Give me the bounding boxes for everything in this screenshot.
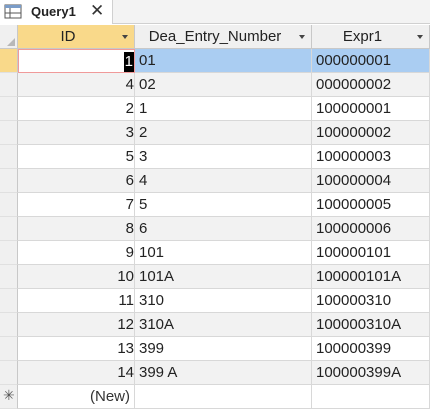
cell-id[interactable]: 1 — [18, 49, 135, 73]
table-row[interactable]: 10101A100000101A — [0, 265, 430, 289]
tab-title: Query1 — [31, 4, 76, 19]
new-record-row[interactable]: ✳(New) — [0, 385, 430, 409]
cell-dea-entry-number[interactable]: 101 — [135, 241, 312, 265]
table-row[interactable]: 32100000002 — [0, 121, 430, 145]
record-selector[interactable] — [0, 313, 18, 337]
cell-expr1[interactable]: 100000005 — [312, 193, 430, 217]
cell-dea-entry-number[interactable]: 399 A — [135, 361, 312, 385]
sort-filter-dropdown-icon[interactable] — [122, 35, 128, 39]
cell-id[interactable]: 13 — [18, 337, 135, 361]
record-selector[interactable] — [0, 169, 18, 193]
cell-dea-entry-number[interactable]: 310A — [135, 313, 312, 337]
cell-expr1[interactable]: 100000002 — [312, 121, 430, 145]
record-selector[interactable] — [0, 337, 18, 361]
record-selector[interactable] — [0, 49, 18, 73]
record-selector[interactable] — [0, 97, 18, 121]
column-header-id[interactable]: ID — [18, 25, 135, 49]
record-selector[interactable] — [0, 217, 18, 241]
cell-expr1[interactable]: 000000002 — [312, 73, 430, 97]
header-row: ID Dea_Entry_Number Expr1 — [0, 25, 430, 49]
record-selector[interactable] — [0, 121, 18, 145]
column-header-label: Dea_Entry_Number — [135, 28, 295, 45]
cell-expr1[interactable]: 100000310A — [312, 313, 430, 337]
table-row[interactable]: 75100000005 — [0, 193, 430, 217]
table-row[interactable]: 101000000001 — [0, 49, 430, 73]
record-selector[interactable] — [0, 193, 18, 217]
cell-dea-entry-number[interactable]: 6 — [135, 217, 312, 241]
sort-filter-dropdown-icon[interactable] — [417, 35, 423, 39]
record-selector[interactable] — [0, 289, 18, 313]
cell-dea-entry-number[interactable]: 5 — [135, 193, 312, 217]
column-header-label: ID — [18, 28, 118, 45]
cell-expr1[interactable]: 000000001 — [312, 49, 430, 73]
cell-dea-entry-number[interactable]: 3 — [135, 145, 312, 169]
cell-id[interactable]: 5 — [18, 145, 135, 169]
cell-dea-entry-number[interactable]: 4 — [135, 169, 312, 193]
cell-expr1[interactable]: 100000001 — [312, 97, 430, 121]
record-selector[interactable] — [0, 73, 18, 97]
sort-filter-dropdown-icon[interactable] — [299, 35, 305, 39]
cell-id[interactable]: 10 — [18, 265, 135, 289]
select-all-button[interactable] — [0, 25, 18, 49]
cell-expr1[interactable]: 100000399 — [312, 337, 430, 361]
cell-dea-entry-number[interactable]: 02 — [135, 73, 312, 97]
table-row[interactable]: 64100000004 — [0, 169, 430, 193]
cell-id[interactable]: 6 — [18, 169, 135, 193]
cell-expr1[interactable]: 100000399A — [312, 361, 430, 385]
column-header-expr1[interactable]: Expr1 — [312, 25, 430, 49]
document-tab-bar: Query1 ✕ — [0, 0, 430, 24]
cell-dea-entry-number[interactable] — [135, 385, 312, 409]
cell-id[interactable]: 4 — [18, 73, 135, 97]
table-row[interactable]: 86100000006 — [0, 217, 430, 241]
column-header-dea-entry-number[interactable]: Dea_Entry_Number — [135, 25, 312, 49]
cell-expr1[interactable]: 100000004 — [312, 169, 430, 193]
close-icon[interactable]: ✕ — [90, 1, 104, 21]
cell-id[interactable]: 7 — [18, 193, 135, 217]
record-selector[interactable] — [0, 241, 18, 265]
cell-expr1[interactable]: 100000101 — [312, 241, 430, 265]
table-row[interactable]: 9101100000101 — [0, 241, 430, 265]
table-row[interactable]: 21100000001 — [0, 97, 430, 121]
table-row[interactable]: 14399 A100000399A — [0, 361, 430, 385]
cell-id[interactable]: 8 — [18, 217, 135, 241]
cell-dea-entry-number[interactable]: 101A — [135, 265, 312, 289]
record-selector[interactable]: ✳ — [0, 385, 18, 409]
record-selector[interactable] — [0, 361, 18, 385]
cell-expr1[interactable]: 100000310 — [312, 289, 430, 313]
record-selector[interactable] — [0, 265, 18, 289]
cell-id[interactable]: 14 — [18, 361, 135, 385]
query-icon — [4, 4, 22, 19]
table-row[interactable]: 12310A100000310A — [0, 313, 430, 337]
tab-query1[interactable]: Query1 ✕ — [0, 0, 113, 24]
cell-dea-entry-number[interactable]: 310 — [135, 289, 312, 313]
table-row[interactable]: 53100000003 — [0, 145, 430, 169]
record-selector[interactable] — [0, 145, 18, 169]
cell-expr1[interactable]: 100000101A — [312, 265, 430, 289]
table-row[interactable]: 402000000002 — [0, 73, 430, 97]
cell-expr1[interactable]: 100000003 — [312, 145, 430, 169]
cell-dea-entry-number[interactable]: 1 — [135, 97, 312, 121]
column-header-label: Expr1 — [312, 28, 413, 45]
cell-id[interactable]: 9 — [18, 241, 135, 265]
cell-id[interactable]: 12 — [18, 313, 135, 337]
new-record-icon: ✳ — [3, 387, 15, 404]
cell-expr1[interactable]: 100000006 — [312, 217, 430, 241]
cell-dea-entry-number[interactable]: 399 — [135, 337, 312, 361]
cell-id[interactable]: 3 — [18, 121, 135, 145]
table-row[interactable]: 11310100000310 — [0, 289, 430, 313]
cell-id[interactable]: 2 — [18, 97, 135, 121]
cell-dea-entry-number[interactable]: 2 — [135, 121, 312, 145]
cell-dea-entry-number[interactable]: 01 — [135, 49, 312, 73]
cell-expr1[interactable] — [312, 385, 430, 409]
cell-id[interactable]: (New) — [18, 385, 135, 409]
table-row[interactable]: 13399100000399 — [0, 337, 430, 361]
cell-id[interactable]: 11 — [18, 289, 135, 313]
